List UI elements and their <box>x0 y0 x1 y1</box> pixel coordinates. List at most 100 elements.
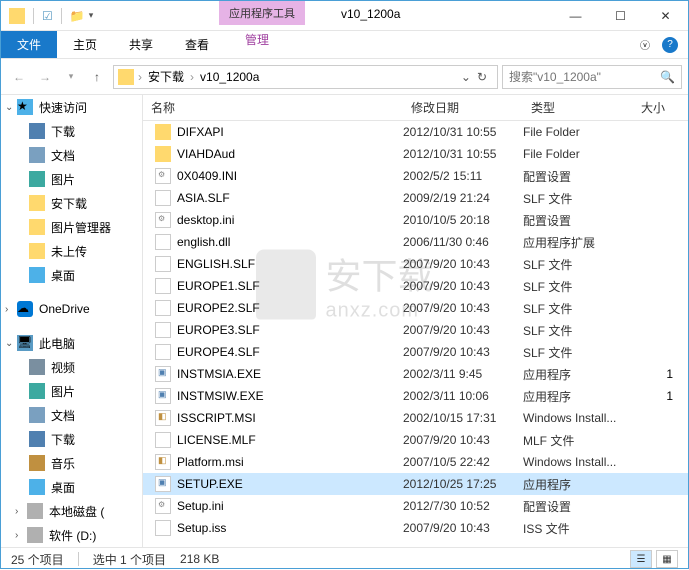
pictures-icon <box>29 383 45 399</box>
tree-picmanager[interactable]: 图片管理器 <box>1 215 142 239</box>
file-icon <box>155 278 171 294</box>
tree-downloads[interactable]: 下载 <box>1 119 142 143</box>
file-row[interactable]: ASIA.SLF2009/2/19 21:24SLF 文件 <box>143 187 688 209</box>
breadcrumb-dropdown-icon[interactable]: ⌄ <box>461 70 471 84</box>
search-input[interactable] <box>509 70 660 84</box>
file-icon <box>155 366 171 382</box>
file-name: VIAHDAud <box>177 147 235 161</box>
tree-onedrive[interactable]: ›☁OneDrive <box>1 297 142 321</box>
col-name[interactable]: 名称 <box>143 95 403 120</box>
file-date: 2012/10/31 10:55 <box>403 147 523 161</box>
file-row[interactable]: DIFXAPI2012/10/31 10:55File Folder <box>143 121 688 143</box>
documents-icon <box>29 147 45 163</box>
tab-share[interactable]: 共享 <box>113 31 169 58</box>
qat-dropdown-icon[interactable]: ▾ <box>89 10 94 21</box>
file-date: 2007/9/20 10:43 <box>403 521 523 535</box>
file-icon <box>155 168 171 184</box>
up-button[interactable]: ↑ <box>85 65 109 89</box>
file-name: EUROPE1.SLF <box>177 279 260 293</box>
tree-documents[interactable]: 文档 <box>1 143 142 167</box>
file-icon <box>155 388 171 404</box>
tree-pictures[interactable]: 图片 <box>1 167 142 191</box>
col-size[interactable]: 大小 <box>633 95 683 120</box>
folder-icon <box>29 243 45 259</box>
file-row[interactable]: Setup.ini2012/7/30 10:52配置设置 <box>143 495 688 517</box>
tab-file[interactable]: 文件 <box>1 31 57 58</box>
file-row[interactable]: desktop.ini2010/10/5 20:18配置设置 <box>143 209 688 231</box>
file-row[interactable]: english.dll2006/11/30 0:46应用程序扩展 <box>143 231 688 253</box>
file-date: 2007/9/20 10:43 <box>403 323 523 337</box>
tree-desktop2[interactable]: 桌面 <box>1 475 142 499</box>
downloads-icon <box>29 123 45 139</box>
qat-properties-icon[interactable]: ☑ <box>42 9 53 23</box>
file-row[interactable]: Setup.iss2007/9/20 10:43ISS 文件 <box>143 517 688 539</box>
breadcrumb[interactable]: › 安下载 › v10_1200a ⌄↻ <box>113 65 498 89</box>
tree-music[interactable]: 音乐 <box>1 451 142 475</box>
file-type: MLF 文件 <box>523 432 633 449</box>
ribbon-expand-icon[interactable]: ⓥ <box>640 37 650 52</box>
file-row[interactable]: EUROPE4.SLF2007/9/20 10:43SLF 文件 <box>143 341 688 363</box>
tab-manage[interactable]: 管理 <box>233 31 281 48</box>
refresh-icon[interactable]: ↻ <box>477 70 487 84</box>
file-date: 2007/10/5 22:42 <box>403 455 523 469</box>
file-row[interactable]: EUROPE1.SLF 2007/9/20 10:43SLF 文件 <box>143 275 688 297</box>
tab-home[interactable]: 主页 <box>57 31 113 58</box>
pictures-icon <box>29 171 45 187</box>
col-date[interactable]: 修改日期 <box>403 95 523 120</box>
window-icon <box>9 8 25 24</box>
drive-icon <box>27 527 43 543</box>
breadcrumb-item[interactable]: v10_1200a <box>194 70 265 84</box>
tree-this-pc[interactable]: ⌄🖥此电脑 <box>1 331 142 355</box>
col-type[interactable]: 类型 <box>523 95 633 120</box>
file-type: 应用程序 <box>523 476 633 493</box>
back-button[interactable]: ← <box>7 65 31 89</box>
file-size: 1 <box>633 367 673 381</box>
file-icon <box>155 344 171 360</box>
tree-anxiazai[interactable]: 安下载 <box>1 191 142 215</box>
history-dropdown[interactable]: ▾ <box>59 65 83 89</box>
minimize-button[interactable]: — <box>553 1 598 31</box>
close-button[interactable]: ✕ <box>643 1 688 31</box>
file-date: 2012/10/25 17:25 <box>403 477 523 491</box>
tree-pictures2[interactable]: 图片 <box>1 379 142 403</box>
forward-button[interactable]: → <box>33 65 57 89</box>
tree-soft-d[interactable]: ›软件 (D:) <box>1 523 142 547</box>
tree-documents2[interactable]: 文档 <box>1 403 142 427</box>
tab-view[interactable]: 查看 <box>169 31 225 58</box>
file-type: SLF 文件 <box>523 278 633 295</box>
drive-icon <box>27 503 43 519</box>
file-row[interactable]: Platform.msi2007/10/5 22:42Windows Insta… <box>143 451 688 473</box>
tree-not-uploaded[interactable]: 未上传 <box>1 239 142 263</box>
file-row[interactable]: SETUP.EXE2012/10/25 17:25应用程序 <box>143 473 688 495</box>
qat-new-folder-icon[interactable]: 📁 <box>70 9 85 23</box>
file-icon <box>155 256 171 272</box>
file-row[interactable]: ENGLISH.SLF2007/9/20 10:43SLF 文件 <box>143 253 688 275</box>
tree-local-c[interactable]: ›本地磁盘 ( <box>1 499 142 523</box>
file-date: 2007/9/20 10:43 <box>403 279 523 293</box>
view-details-button[interactable]: ☰ <box>630 550 652 568</box>
help-icon[interactable]: ? <box>662 37 678 53</box>
file-date: 2002/10/15 17:31 <box>403 411 523 425</box>
search-box[interactable]: 🔍 <box>502 65 682 89</box>
breadcrumb-item[interactable]: 安下载 <box>142 68 190 85</box>
view-icons-button[interactable]: ▦ <box>656 550 678 568</box>
file-row[interactable]: ISSCRIPT.MSI2002/10/15 17:31Windows Inst… <box>143 407 688 429</box>
tree-desktop[interactable]: 桌面 <box>1 263 142 287</box>
desktop-icon <box>29 267 45 283</box>
tree-downloads2[interactable]: 下载 <box>1 427 142 451</box>
maximize-button[interactable]: ☐ <box>598 1 643 31</box>
tree-video[interactable]: 视频 <box>1 355 142 379</box>
file-row[interactable]: VIAHDAud2012/10/31 10:55File Folder <box>143 143 688 165</box>
file-row[interactable]: EUROPE2.SLF2007/9/20 10:43SLF 文件 <box>143 297 688 319</box>
file-icon <box>155 322 171 338</box>
sidebar: ⌄★快速访问 下载 文档 图片 安下载 图片管理器 未上传 桌面 ›☁OneDr… <box>1 95 143 547</box>
search-icon[interactable]: 🔍 <box>660 70 675 84</box>
file-row[interactable]: 0X0409.INI2002/5/2 15:11配置设置 <box>143 165 688 187</box>
folder-icon <box>29 195 45 211</box>
file-name: EUROPE3.SLF <box>177 323 260 337</box>
file-row[interactable]: EUROPE3.SLF2007/9/20 10:43SLF 文件 <box>143 319 688 341</box>
file-row[interactable]: LICENSE.MLF2007/9/20 10:43MLF 文件 <box>143 429 688 451</box>
file-row[interactable]: INSTMSIW.EXE2002/3/11 10:06应用程序1 <box>143 385 688 407</box>
file-row[interactable]: INSTMSIA.EXE2002/3/11 9:45应用程序1 <box>143 363 688 385</box>
tree-quick-access[interactable]: ⌄★快速访问 <box>1 95 142 119</box>
